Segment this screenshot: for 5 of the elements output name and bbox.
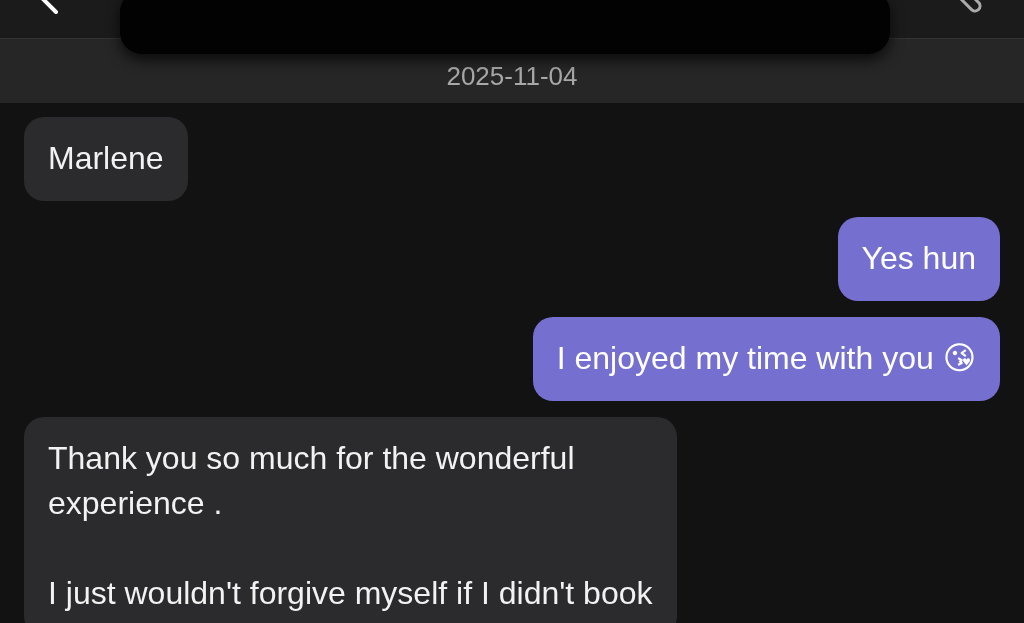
message-bubble: Marlene xyxy=(24,117,188,201)
message-bubble: Thank you so much for the wonderful experience . I just wouldn't forgive myself if I didn't book xyxy=(24,417,677,623)
message-bubble: Yes hun xyxy=(837,217,1000,301)
date-divider: 2025-11-04 xyxy=(446,59,578,92)
message-bubble: I enjoyed my time with you 😘 xyxy=(532,317,1000,401)
